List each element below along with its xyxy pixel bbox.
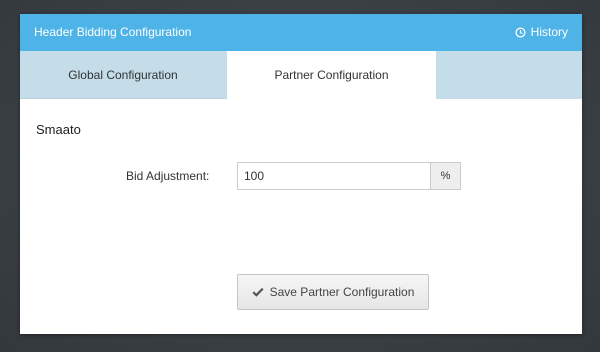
tab-bar-filler bbox=[436, 51, 582, 99]
tab-partner-configuration[interactable]: Partner Configuration bbox=[227, 51, 436, 99]
tab-label: Global Configuration bbox=[68, 67, 178, 82]
bid-adjustment-input[interactable] bbox=[237, 162, 430, 190]
config-panel: Header Bidding Configuration History Glo… bbox=[20, 14, 582, 334]
check-icon bbox=[252, 287, 264, 297]
panel-title: Header Bidding Configuration bbox=[34, 25, 192, 39]
tab-label: Partner Configuration bbox=[274, 68, 389, 82]
tab-global-configuration[interactable]: Global Configuration bbox=[20, 51, 226, 99]
tab-bar: Global Configuration Partner Configurati… bbox=[20, 51, 582, 99]
clock-icon bbox=[515, 26, 526, 38]
save-button-label: Save Partner Configuration bbox=[269, 285, 415, 299]
history-label: History bbox=[530, 25, 568, 39]
bid-adjustment-label: Bid Adjustment: bbox=[126, 169, 210, 183]
bid-adjustment-group: % bbox=[237, 162, 461, 190]
history-link[interactable]: History bbox=[515, 25, 568, 39]
panel-header: Header Bidding Configuration History bbox=[20, 14, 582, 51]
percent-addon: % bbox=[430, 162, 461, 190]
partner-name: Smaato bbox=[36, 122, 81, 137]
save-partner-configuration-button[interactable]: Save Partner Configuration bbox=[237, 274, 429, 310]
